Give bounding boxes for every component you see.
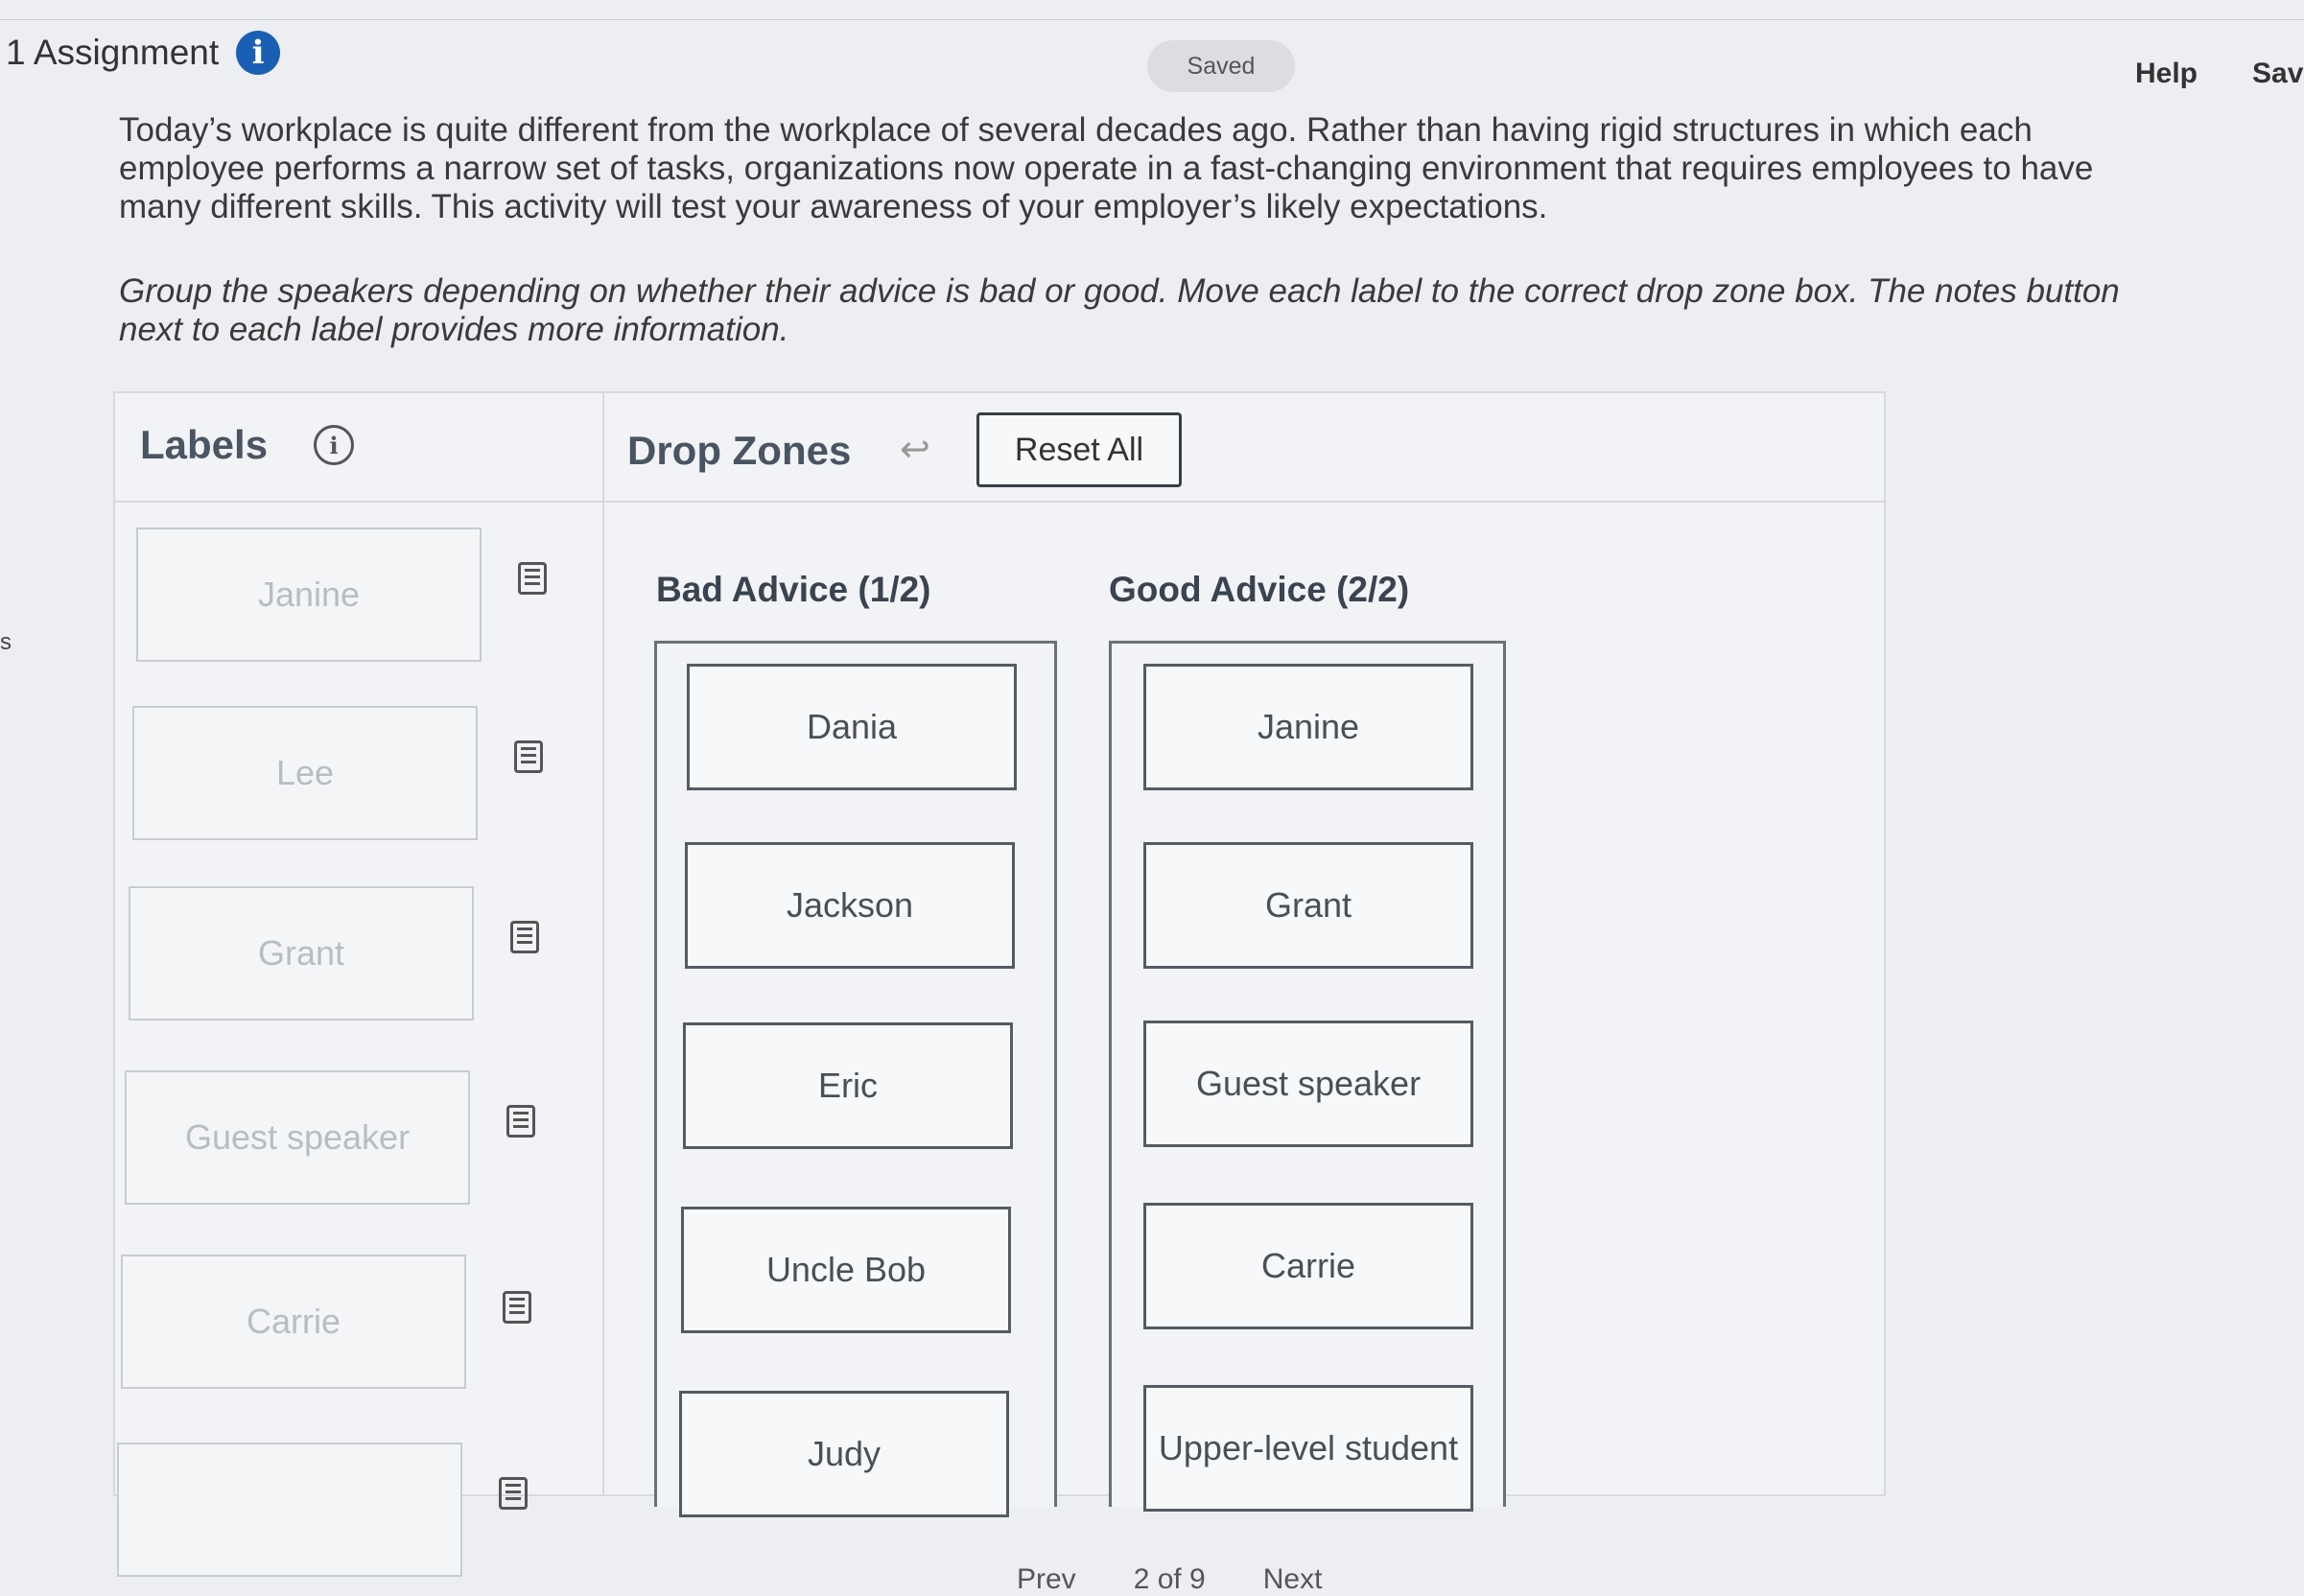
prev-button[interactable]: Prev	[1017, 1563, 1076, 1596]
labels-heading: Labels i	[140, 422, 355, 468]
good-advice-title: Good Advice (2/2)	[1109, 570, 1410, 609]
good-advice-item[interactable]: Upper-level student	[1143, 1385, 1473, 1512]
undo-arrow-icon[interactable]: ↩	[900, 428, 930, 471]
notes-icon[interactable]	[499, 1477, 528, 1510]
drop-zones-title: Drop Zones	[627, 428, 852, 473]
labels-info-icon[interactable]: i	[314, 425, 355, 465]
good-advice-item[interactable]: Grant	[1143, 842, 1473, 969]
bad-advice-item[interactable]: Jackson	[685, 842, 1015, 969]
help-link[interactable]: Help	[2135, 58, 2198, 90]
saved-status-badge: Saved	[1147, 40, 1295, 92]
bad-advice-item[interactable]: Uncle Bob	[681, 1207, 1011, 1333]
label-item[interactable]: Guest speaker	[125, 1070, 470, 1205]
notes-icon[interactable]	[506, 1105, 535, 1138]
notes-icon[interactable]	[503, 1291, 531, 1324]
notes-icon[interactable]	[518, 562, 547, 595]
good-advice-item[interactable]: Janine	[1143, 664, 1473, 790]
save-exit-link[interactable]: Sav	[2252, 58, 2303, 90]
reset-all-button[interactable]: Reset All	[976, 412, 1182, 487]
bottom-navigation: Prev 2 of 9 Next	[1017, 1563, 1322, 1596]
bad-advice-title: Bad Advice (1/2)	[656, 570, 931, 609]
bad-advice-item[interactable]: Eric	[683, 1022, 1013, 1149]
top-divider	[0, 19, 2304, 20]
instructions-paragraph: Group the speakers depending on whether …	[119, 272, 2120, 348]
notes-icon[interactable]	[514, 740, 543, 773]
assignment-label: 1 Assignment	[6, 33, 220, 72]
activity-panel: Labels i Drop Zones ↩ Reset All Janine L…	[113, 391, 1886, 1577]
labels-title: Labels	[140, 422, 269, 467]
page-indicator: 2 of 9	[1133, 1563, 1206, 1595]
label-item[interactable]	[117, 1443, 462, 1577]
notes-icon[interactable]	[510, 921, 539, 953]
info-icon[interactable]: i	[236, 31, 281, 75]
label-item[interactable]: Grant	[129, 886, 474, 1021]
good-advice-item[interactable]: Carrie	[1143, 1203, 1473, 1329]
next-button[interactable]: Next	[1263, 1563, 1323, 1596]
bad-advice-item[interactable]: Dania	[687, 664, 1017, 790]
panel-divider	[602, 393, 604, 1494]
bad-advice-item[interactable]: Judy	[679, 1391, 1009, 1517]
good-advice-item[interactable]: Guest speaker	[1143, 1021, 1473, 1147]
left-edge-text: s	[0, 629, 12, 655]
assignment-title: 1 Assignment i	[6, 31, 281, 75]
intro-paragraph: Today’s workplace is quite different fro…	[119, 111, 2094, 225]
label-item[interactable]: Janine	[136, 528, 482, 662]
label-item[interactable]: Lee	[132, 706, 478, 840]
label-item[interactable]: Carrie	[121, 1255, 466, 1389]
